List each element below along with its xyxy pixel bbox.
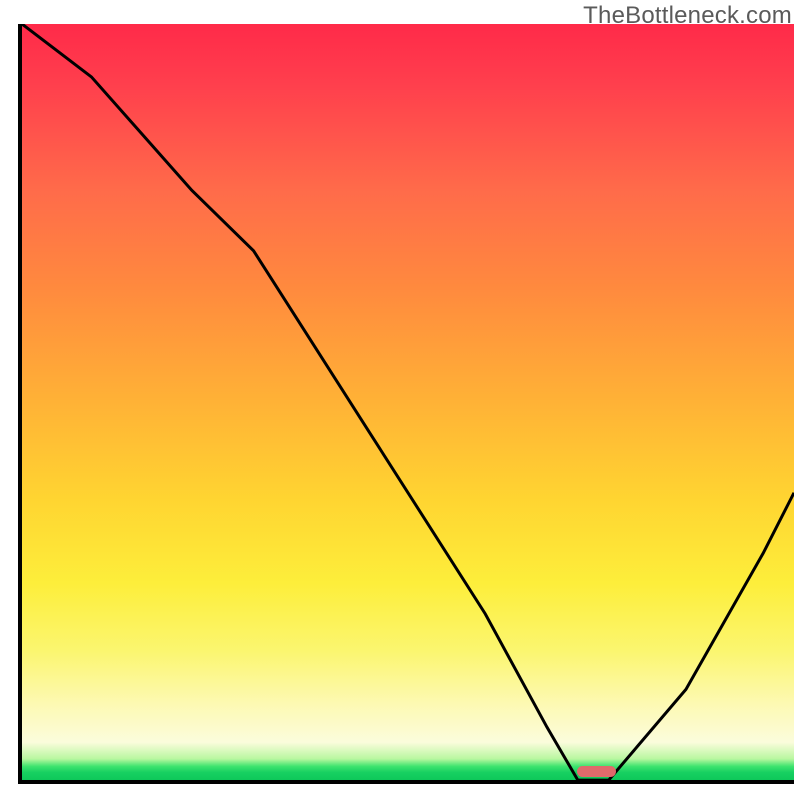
curve-path (22, 24, 794, 780)
plot-area (18, 24, 794, 784)
bottleneck-curve (22, 24, 794, 780)
optimum-marker (577, 766, 616, 777)
chart-frame: TheBottleneck.com (0, 0, 800, 800)
